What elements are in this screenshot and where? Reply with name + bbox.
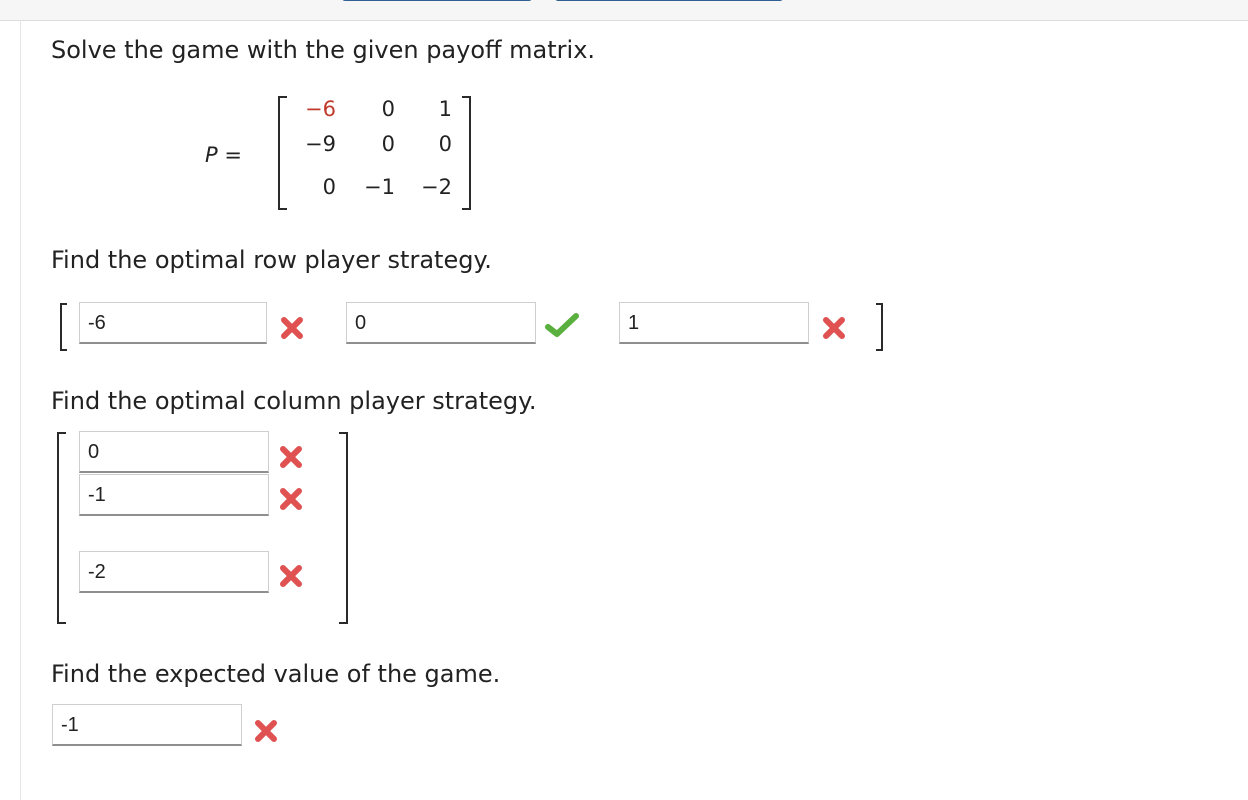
matrix-cell: −9 [305,132,336,156]
column-strategy-input-2[interactable]: -1 [79,474,269,516]
expected-value-prompt: Find the expected value of the game. [51,660,501,688]
matrix-cell: 0 [322,175,336,199]
matrix-cell: −2 [421,175,452,199]
row-strategy-input-3[interactable]: 1 [619,302,809,344]
row-strategy-input-1[interactable]: -6 [79,302,267,344]
column-right-bracket [339,432,348,624]
row-right-bracket [876,303,883,351]
toolbar-button[interactable] [555,0,783,1]
matrix-cell: −1 [364,175,395,199]
matrix-label: P = [205,143,242,167]
matrix-cell: 0 [381,132,395,156]
row-left-bracket [60,303,67,351]
column-strategy-prompt: Find the optimal column player strategy. [51,387,537,415]
incorrect-x-icon [253,718,279,744]
incorrect-x-icon [821,315,847,341]
expected-value-input[interactable]: -1 [52,704,242,746]
column-strategy-input-3[interactable]: -2 [79,551,269,593]
row-strategy-prompt: Find the optimal row player strategy. [51,246,492,274]
question-prompt: Solve the game with the given payoff mat… [51,36,596,64]
content-divider [20,20,21,800]
matrix-cell: 0 [438,132,452,156]
incorrect-x-icon [278,444,304,470]
correct-check-icon [545,312,579,338]
column-strategy-input-1[interactable]: 0 [79,431,269,473]
matrix-cell: 0 [381,97,395,121]
top-toolbar [0,0,1248,21]
matrix-cell: −6 [305,97,336,121]
matrix-right-bracket [462,96,471,210]
incorrect-x-icon [278,486,304,512]
column-left-bracket [57,432,66,624]
incorrect-x-icon [279,315,305,341]
matrix-cell: 1 [438,97,452,121]
incorrect-x-icon [278,563,304,589]
row-strategy-input-2[interactable]: 0 [346,302,536,344]
matrix-left-bracket [278,96,287,210]
toolbar-button[interactable] [342,0,532,1]
